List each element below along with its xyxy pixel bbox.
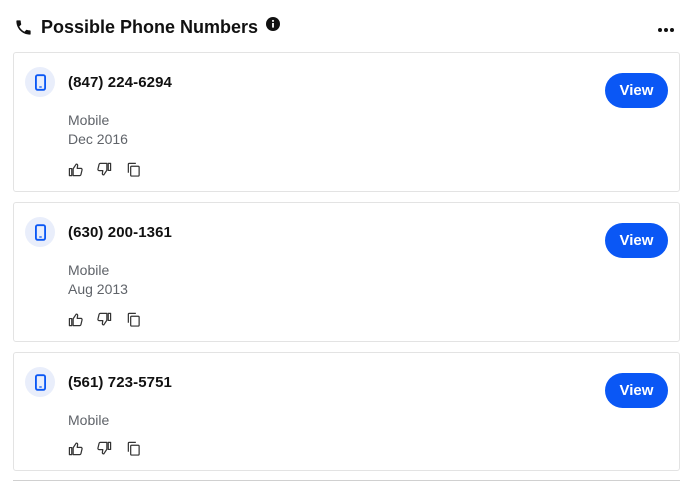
phone-date: Aug 2013: [68, 281, 128, 297]
section-header: Possible Phone Numbers: [14, 14, 678, 40]
copy-icon[interactable]: [126, 162, 141, 177]
thumbs-up-icon[interactable]: [68, 162, 83, 177]
phone-number: (847) 224-6294: [68, 74, 172, 91]
feedback-actions: [68, 441, 141, 456]
feedback-actions: [68, 312, 141, 327]
phone-icon: [14, 18, 33, 37]
more-options-icon[interactable]: [656, 22, 676, 32]
phone-type: Mobile: [68, 262, 110, 278]
view-button[interactable]: View: [605, 73, 668, 108]
thumbs-down-icon[interactable]: [97, 162, 112, 177]
phone-card: (630) 200-1361 Mobile Aug 2013 View: [13, 202, 680, 342]
feedback-actions: [68, 162, 141, 177]
thumbs-up-icon[interactable]: [68, 312, 83, 327]
page-title: Possible Phone Numbers: [41, 16, 259, 37]
phone-number: (630) 200-1361: [68, 224, 172, 241]
thumbs-down-icon[interactable]: [97, 441, 112, 456]
phone-number: (561) 723-5751: [68, 374, 172, 391]
thumbs-down-icon[interactable]: [97, 312, 112, 327]
thumbs-up-icon[interactable]: [68, 441, 83, 456]
view-button[interactable]: View: [605, 223, 668, 258]
copy-icon[interactable]: [126, 441, 141, 456]
view-button[interactable]: View: [605, 373, 668, 408]
mobile-phone-icon: [25, 367, 55, 397]
phone-card: (561) 723-5751 Mobile View: [13, 352, 680, 471]
phone-card: (847) 224-6294 Mobile Dec 2016 View: [13, 52, 680, 192]
phone-type: Mobile: [68, 112, 110, 128]
info-icon[interactable]: [266, 17, 281, 31]
divider: [13, 480, 680, 481]
mobile-phone-icon: [25, 217, 55, 247]
copy-icon[interactable]: [126, 312, 141, 327]
mobile-phone-icon: [25, 67, 55, 97]
phone-date: Dec 2016: [68, 131, 128, 147]
phone-type: Mobile: [68, 412, 110, 428]
